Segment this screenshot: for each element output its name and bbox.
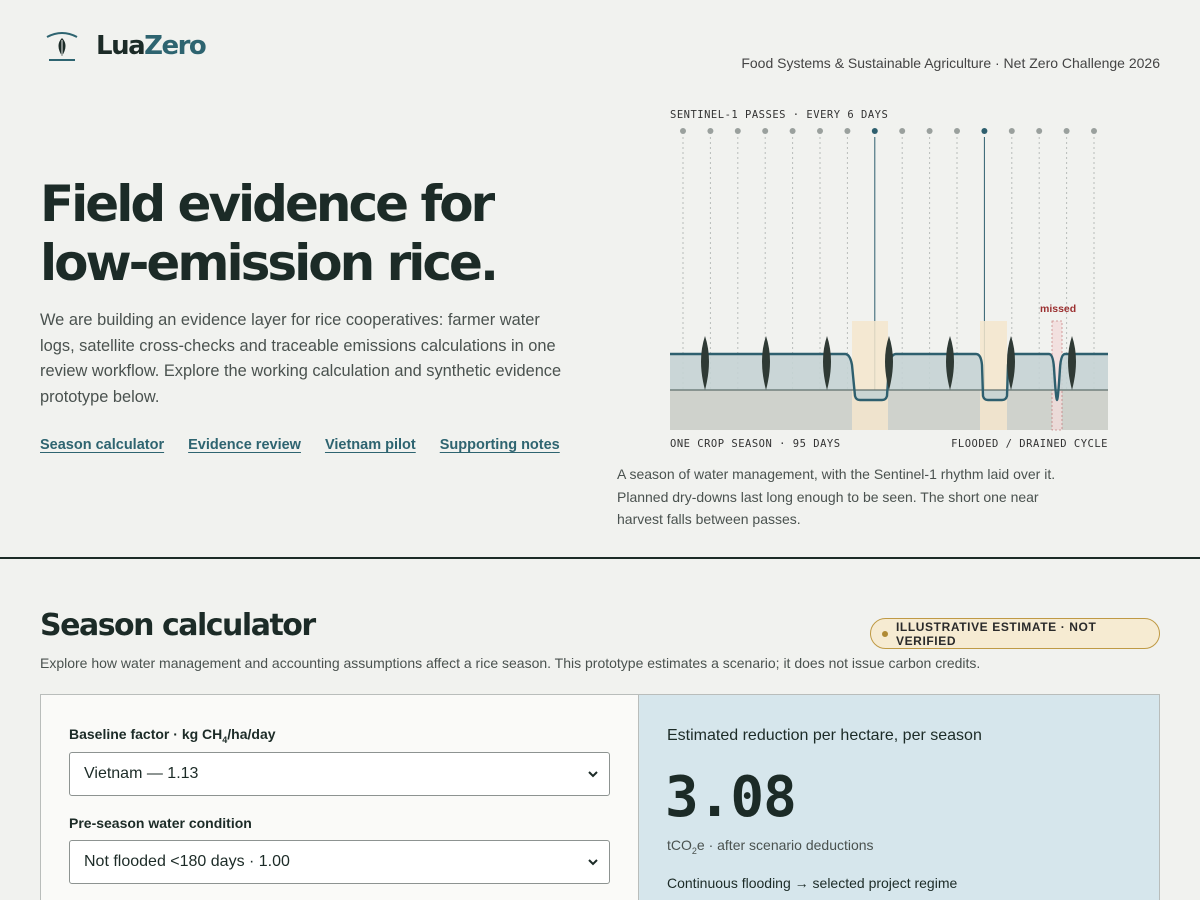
- calculator-subtitle: Explore how water management and account…: [40, 655, 981, 671]
- preseason-water-label: Pre-season water condition: [69, 815, 252, 831]
- pass-dot: [762, 128, 769, 134]
- result-label: Estimated reduction per hectare, per sea…: [667, 727, 982, 744]
- result-unit: tCO2e · after scenario deductions: [667, 837, 874, 856]
- pass-dot: [1008, 128, 1015, 134]
- pass-dot: [789, 128, 796, 134]
- pass-dot: [926, 128, 933, 134]
- result-regime: Continuous flooding → selected project r…: [667, 875, 958, 891]
- badge-dot-icon: [882, 630, 888, 637]
- link-vietnam-pilot[interactable]: Vietnam pilot: [325, 437, 416, 453]
- header-tagline: Food Systems & Sustainable Agriculture ·…: [741, 55, 1160, 71]
- calculator-inputs-panel: Baseline factor · kg CH4/ha/day Vietnam …: [40, 694, 639, 900]
- viz-top-label: SENTINEL-1 PASSES · EVERY 6 DAYS: [670, 109, 888, 121]
- calculator-result-panel: Estimated reduction per hectare, per sea…: [639, 694, 1160, 900]
- viz-bottom-right-label: FLOODED / DRAINED CYCLE: [951, 438, 1108, 450]
- link-season-calculator[interactable]: Season calculator: [40, 437, 164, 453]
- pass-dot: [844, 128, 851, 134]
- estimate-status-badge: ILLUSTRATIVE ESTIMATE · NOT VERIFIED: [870, 618, 1160, 649]
- brand-name: LuaZero: [96, 31, 207, 61]
- viz-bottom-left-label: ONE CROP SEASON · 95 DAYS: [670, 438, 841, 450]
- hero-description: We are building an evidence layer for ri…: [40, 311, 562, 406]
- hero-nav: Season calculator Evidence review Vietna…: [40, 437, 560, 453]
- preseason-water-value: Not flooded <180 days · 1.00: [84, 853, 290, 870]
- pass-dot: [1036, 128, 1043, 134]
- soil-layer: [670, 390, 1108, 430]
- link-evidence-review[interactable]: Evidence review: [188, 437, 301, 453]
- pass-dot: [899, 128, 906, 134]
- pass-dot: [707, 128, 714, 134]
- pass-dot: [981, 128, 988, 134]
- pass-dot: [680, 128, 686, 134]
- baseline-factor-value: Vietnam — 1.13: [84, 765, 199, 782]
- drydown-highlight-1: [852, 321, 888, 430]
- chevron-down-icon: [588, 771, 598, 778]
- pass-dot: [954, 128, 960, 134]
- section-divider: [0, 557, 1200, 559]
- baseline-factor-select[interactable]: Vietnam — 1.13: [69, 752, 610, 796]
- brand-logo[interactable]: LuaZero: [44, 30, 207, 62]
- missed-label: missed: [1040, 303, 1076, 315]
- badge-text: ILLUSTRATIVE ESTIMATE · NOT VERIFIED: [895, 619, 1097, 648]
- chevron-down-icon: [588, 859, 598, 866]
- pass-dot: [734, 128, 741, 134]
- baseline-factor-label: Baseline factor · kg CH4/ha/day: [69, 726, 276, 745]
- pass-dot: [817, 128, 823, 134]
- pass-dot: [871, 128, 878, 134]
- hero-title: Field evidence for low-emission rice.: [40, 175, 600, 293]
- pass-dot: [1063, 128, 1070, 134]
- preseason-water-select[interactable]: Not flooded <180 days · 1.00: [69, 840, 610, 884]
- drydown-highlight-2: [980, 321, 1007, 430]
- viz-caption: A season of water management, with the S…: [617, 466, 1056, 527]
- hero-title-line-2: low-emission rice.: [40, 234, 499, 292]
- water-management-diagram: SENTINEL-1 PASSES · EVERY 6 DAYS missed …: [670, 109, 1108, 450]
- pass-dot: [1091, 128, 1097, 134]
- result-value: 3.08: [665, 765, 797, 830]
- rice-leaf-logo-icon: [46, 32, 78, 61]
- hero-title-line-1: Field evidence for: [40, 175, 495, 233]
- link-supporting-notes[interactable]: Supporting notes: [440, 437, 560, 453]
- calculator-title: Season calculator: [40, 608, 316, 643]
